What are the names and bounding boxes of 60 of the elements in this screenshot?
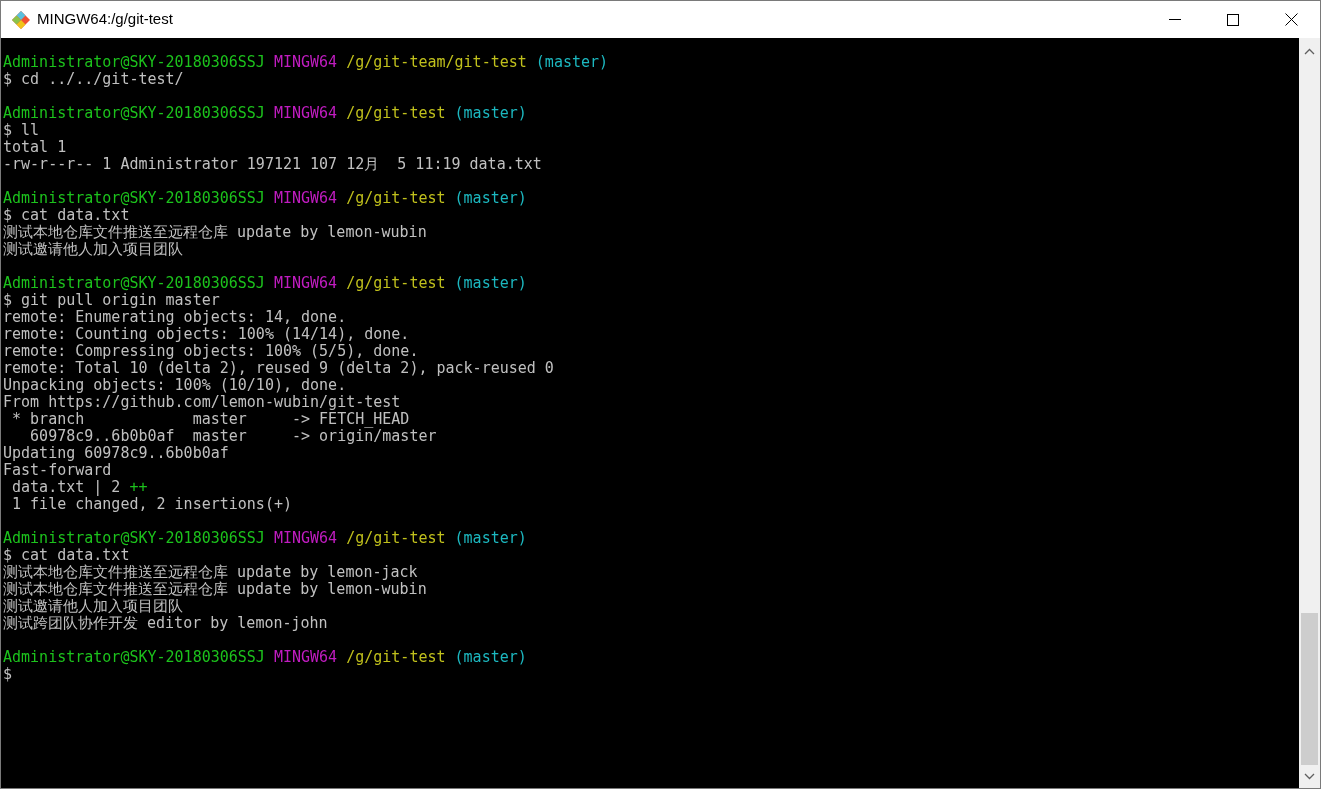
scrollbar-thumb[interactable] <box>1301 613 1318 765</box>
output-line: Unpacking objects: 100% (10/10), done. <box>3 377 347 394</box>
output-line: From https://github.com/lemon-wubin/git-test <box>3 394 401 411</box>
prompt-system: MINGW64 <box>273 275 338 292</box>
prompt-branch: (master) <box>535 54 609 71</box>
close-icon <box>1284 13 1298 26</box>
prompt-system: MINGW64 <box>273 530 338 547</box>
prompt-user: Administrator@SKY-20180306SSJ <box>3 649 265 666</box>
output-line: 测试邀请他人加入项目团队 <box>3 598 183 615</box>
prompt-path: /g/git-test <box>346 275 446 292</box>
prompt-user: Administrator@SKY-20180306SSJ <box>3 54 265 71</box>
output-line: 测试邀请他人加入项目团队 <box>3 241 183 258</box>
prompt-user: Administrator@SKY-20180306SSJ <box>3 190 265 207</box>
output-line: $ <box>3 666 13 683</box>
prompt-system: MINGW64 <box>273 105 338 122</box>
output-line: $ cat data.txt <box>3 547 130 564</box>
output-line: 测试本地仓库文件推送至远程仓库 update by lemon-jack <box>3 564 418 581</box>
prompt-branch: (master) <box>454 105 527 122</box>
output-line: $ ll <box>3 122 40 139</box>
output-line: 60978c9..6b0b0af master -> origin/master <box>29 428 437 445</box>
scroll-down-icon[interactable] <box>1304 773 1315 780</box>
prompt-branch: (master) <box>454 530 527 547</box>
output-line: remote: Enumerating objects: 14, done. <box>3 309 347 326</box>
output-line: $ cat data.txt <box>3 207 130 224</box>
output-line: remote: Compressing objects: 100% (5/5), done. <box>3 343 419 360</box>
output-line: 1 file changed, 2 insertions(+) <box>11 496 292 513</box>
prompt-path: /g/git-test <box>346 190 446 207</box>
prompt-system: MINGW64 <box>273 190 338 207</box>
output-line: 测试本地仓库文件推送至远程仓库 update by lemon-wubin <box>3 224 427 241</box>
prompt-path: /g/git-test <box>346 105 446 122</box>
output-line: 测试本地仓库文件推送至远程仓库 update by lemon-wubin <box>3 581 427 598</box>
output-line: $ cd ../../git-test/ <box>3 71 184 88</box>
output-line: Updating 60978c9..6b0b0af <box>3 445 229 462</box>
window-title: MINGW64:/g/git-test <box>37 9 173 30</box>
prompt-system: MINGW64 <box>273 54 338 71</box>
prompt-branch: (master) <box>454 275 527 292</box>
minimize-icon <box>1169 18 1181 21</box>
prompt-user: Administrator@SKY-20180306SSJ <box>3 105 265 122</box>
app-logo-icon <box>11 9 31 30</box>
added-marks: ++ <box>129 479 148 496</box>
output-line: remote: Total 10 (delta 2), reused 9 (delta 2), pack-reused 0 <box>3 360 554 377</box>
prompt-path: /g/git-team/git-test <box>346 54 527 71</box>
prompt-system: MINGW64 <box>273 649 338 666</box>
scroll-up-icon[interactable] <box>1304 48 1315 55</box>
prompt-branch: (master) <box>454 190 527 207</box>
output-line: $ git pull origin master <box>3 292 220 309</box>
output-line: 测试跨团队协作开发 editor by lemon-john <box>3 615 328 632</box>
prompt-path: /g/git-test <box>346 649 446 666</box>
output-line: total 1 <box>3 139 67 156</box>
scrollbar[interactable] <box>1299 38 1320 788</box>
output-line: remote: Counting objects: 100% (14/14), done. <box>3 326 410 343</box>
maximize-icon <box>1227 13 1239 26</box>
prompt-user: Administrator@SKY-20180306SSJ <box>3 275 265 292</box>
output-line: * branch master -> FETCH_HEAD <box>11 411 410 428</box>
prompt-branch: (master) <box>454 649 527 666</box>
output-line: -rw-r--r-- 1 Administrator 197121 107 12月 5 11:19 data.txt <box>3 156 542 173</box>
output-line: Fast-forward <box>3 462 112 479</box>
output-line: data.txt | 2 <box>11 479 122 496</box>
prompt-path: /g/git-test <box>346 530 446 547</box>
prompt-user: Administrator@SKY-20180306SSJ <box>3 530 265 547</box>
